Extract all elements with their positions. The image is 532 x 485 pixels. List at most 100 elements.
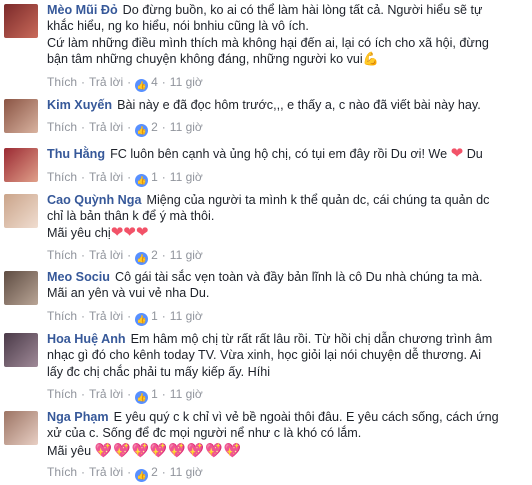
separator: · xyxy=(127,75,132,89)
avatar[interactable] xyxy=(4,194,38,228)
commenter-name[interactable]: Thu Hằng xyxy=(47,147,105,161)
thumbs-up-icon[interactable]: 👍 xyxy=(135,124,149,137)
like-count[interactable]: 2 xyxy=(151,120,158,134)
like-count[interactable]: 2 xyxy=(151,465,158,479)
reply-link[interactable]: Trả lời xyxy=(89,248,123,262)
like-link[interactable]: Thích xyxy=(47,387,77,401)
avatar[interactable] xyxy=(4,411,38,445)
timestamp[interactable]: 11 giờ xyxy=(170,170,203,184)
flexed-biceps-icon: 💪 xyxy=(362,50,379,66)
comment-body: Nga Phạm E yêu quý c k chỉ vì vẻ bề ngoài… xyxy=(47,409,526,459)
separator: · xyxy=(81,170,86,184)
like-count[interactable]: 4 xyxy=(151,75,158,89)
reply-link[interactable]: Trả lời xyxy=(89,170,123,184)
reply-link[interactable]: Trả lời xyxy=(89,309,123,323)
comment-text-line: Cô gái tài sắc vẹn toàn và đầy bản lĩnh … xyxy=(114,270,483,284)
comment-text-line: lấy đc chị chắc phải tu mấy kiếp ấy. Híh… xyxy=(47,364,271,379)
timestamp[interactable]: 11 giờ xyxy=(170,75,203,89)
avatar[interactable] xyxy=(4,333,38,367)
comment-text-line: Mãi yêu xyxy=(47,443,92,458)
comment-text-line: Mãi an yên và vui vẻ nha Du. xyxy=(47,286,210,301)
separator: · xyxy=(161,465,166,479)
like-link[interactable]: Thích xyxy=(47,309,77,323)
commenter-name[interactable]: Nga Phạm xyxy=(47,410,109,424)
comment-text-line: E yêu quý c k chỉ vì vẻ bề ngoài thôi đâ… xyxy=(113,410,499,424)
commenter-name[interactable]: Kim Xuyến xyxy=(47,98,112,112)
separator: · xyxy=(127,120,132,134)
timestamp[interactable]: 11 giờ xyxy=(170,248,203,262)
commenter-name[interactable]: Cao Quỳnh Nga xyxy=(47,193,141,207)
comment-text-line: Mãi yêu chị xyxy=(47,225,111,240)
timestamp[interactable]: 11 giờ xyxy=(170,309,203,323)
thumbs-up-icon[interactable]: 👍 xyxy=(135,469,149,482)
separator: · xyxy=(81,75,86,89)
separator: · xyxy=(81,309,86,323)
separator: · xyxy=(81,387,86,401)
comment-text-line: chỉ là bản thân k để ý mà thôi. xyxy=(47,209,215,224)
comment-actions: Thích · Trả lời · 👍 4 · 11 giờ xyxy=(47,74,203,92)
sparkling-heart-icon: 💖💖💖💖💖💖💖💖 xyxy=(94,441,243,458)
comment-text-line: bận tâm những chuyện không đáng, những n… xyxy=(47,51,363,66)
separator: · xyxy=(127,387,132,401)
comment-body: Hoa Huệ Anh Em hâm mộ chị từ rất rất lâu … xyxy=(47,331,526,380)
commenter-name[interactable]: Meo Sociu xyxy=(47,270,110,284)
avatar[interactable] xyxy=(4,271,38,305)
comment-actions: Thích · Trả lời · 👍 2 · 11 giờ xyxy=(47,247,203,265)
like-count[interactable]: 1 xyxy=(151,309,158,323)
comment-body: Cao Quỳnh Nga Miệng của người ta mình k t… xyxy=(47,192,526,241)
separator: · xyxy=(161,387,166,401)
reply-link[interactable]: Trả lời xyxy=(89,120,123,134)
separator: · xyxy=(81,120,86,134)
reply-link[interactable]: Trả lời xyxy=(89,387,123,401)
like-link[interactable]: Thích xyxy=(47,248,77,262)
comment-body: Kim Xuyến Bài này e đã đọc hôm trước,,, e… xyxy=(47,97,526,113)
thumbs-up-icon[interactable]: 👍 xyxy=(135,79,149,92)
comment-body: Meo Sociu Cô gái tài sắc vẹn toàn và đầy … xyxy=(47,269,526,302)
timestamp[interactable]: 11 giờ xyxy=(170,465,203,479)
separator: · xyxy=(161,309,166,323)
like-count[interactable]: 1 xyxy=(151,170,158,184)
comment-text-line: Em hâm mộ chị từ rất rất lâu rồi. Từ hồi… xyxy=(130,332,493,346)
separator: · xyxy=(127,465,132,479)
avatar[interactable] xyxy=(4,99,38,133)
timestamp[interactable]: 11 giờ xyxy=(170,120,203,134)
comment-text-line: Do đừng buồn, ko ai có thể làm hài lòng … xyxy=(122,3,483,17)
commenter-name[interactable]: Mèo Mũi Đỏ xyxy=(47,3,118,17)
separator: · xyxy=(81,248,86,262)
commenter-name[interactable]: Hoa Huệ Anh xyxy=(47,332,126,346)
separator: · xyxy=(161,120,166,134)
thumbs-up-icon[interactable]: 👍 xyxy=(135,174,149,187)
reply-link[interactable]: Trả lời xyxy=(89,75,123,89)
like-link[interactable]: Thích xyxy=(47,120,77,134)
comment-body: Mèo Mũi Đỏ Do đừng buồn, ko ai có thể làm… xyxy=(47,2,526,67)
comment-text-line: Cứ làm những điều mình thích mà không hạ… xyxy=(47,35,489,50)
heart-icon: ❤❤❤ xyxy=(110,223,149,241)
comment-text-line: Miệng của người ta mình k thể quản dc, c… xyxy=(146,193,490,207)
separator: · xyxy=(127,170,132,184)
avatar[interactable] xyxy=(4,148,38,182)
comment-actions: Thích · Trả lời · 👍 2 · 11 giờ xyxy=(47,464,203,482)
like-link[interactable]: Thích xyxy=(47,75,77,89)
thumbs-up-icon[interactable]: 👍 xyxy=(135,391,149,404)
comment-actions: Thích · Trả lời · 👍 1 · 11 giờ xyxy=(47,386,203,404)
like-count[interactable]: 2 xyxy=(151,248,158,262)
comment-text-line: xử của c. Sống để đc mọi người nể như c … xyxy=(47,426,362,441)
comment-text-line: Bài này e đã đọc hôm trước,,, e thấy a, … xyxy=(117,98,481,112)
comment-body: Thu Hằng FC luôn bên cạnh và ủng hộ chị, … xyxy=(47,145,526,162)
comment-actions: Thích · Trả lời · 👍 1 · 11 giờ xyxy=(47,308,203,326)
avatar[interactable] xyxy=(4,4,38,38)
heart-icon: ❤ xyxy=(450,145,464,162)
comment-text-line: FC luôn bên cạnh và ủng hộ chị, có tụi e… xyxy=(110,147,448,161)
comment-text-line: nhạc gì đó cho kênh today TV. Vừa xinh, … xyxy=(47,348,482,363)
comment-text-line: khắc hiểu, ng ko hiểu, nói bnhiu cũng là… xyxy=(47,19,309,34)
thumbs-up-icon[interactable]: 👍 xyxy=(135,313,149,326)
like-link[interactable]: Thích xyxy=(47,170,77,184)
comment-text-line: Du xyxy=(466,147,483,161)
thumbs-up-icon[interactable]: 👍 xyxy=(135,252,149,265)
comment-actions: Thích · Trả lời · 👍 2 · 11 giờ xyxy=(47,119,203,137)
like-link[interactable]: Thích xyxy=(47,465,77,479)
reply-link[interactable]: Trả lời xyxy=(89,465,123,479)
like-count[interactable]: 1 xyxy=(151,387,158,401)
timestamp[interactable]: 11 giờ xyxy=(170,387,203,401)
separator: · xyxy=(127,309,132,323)
